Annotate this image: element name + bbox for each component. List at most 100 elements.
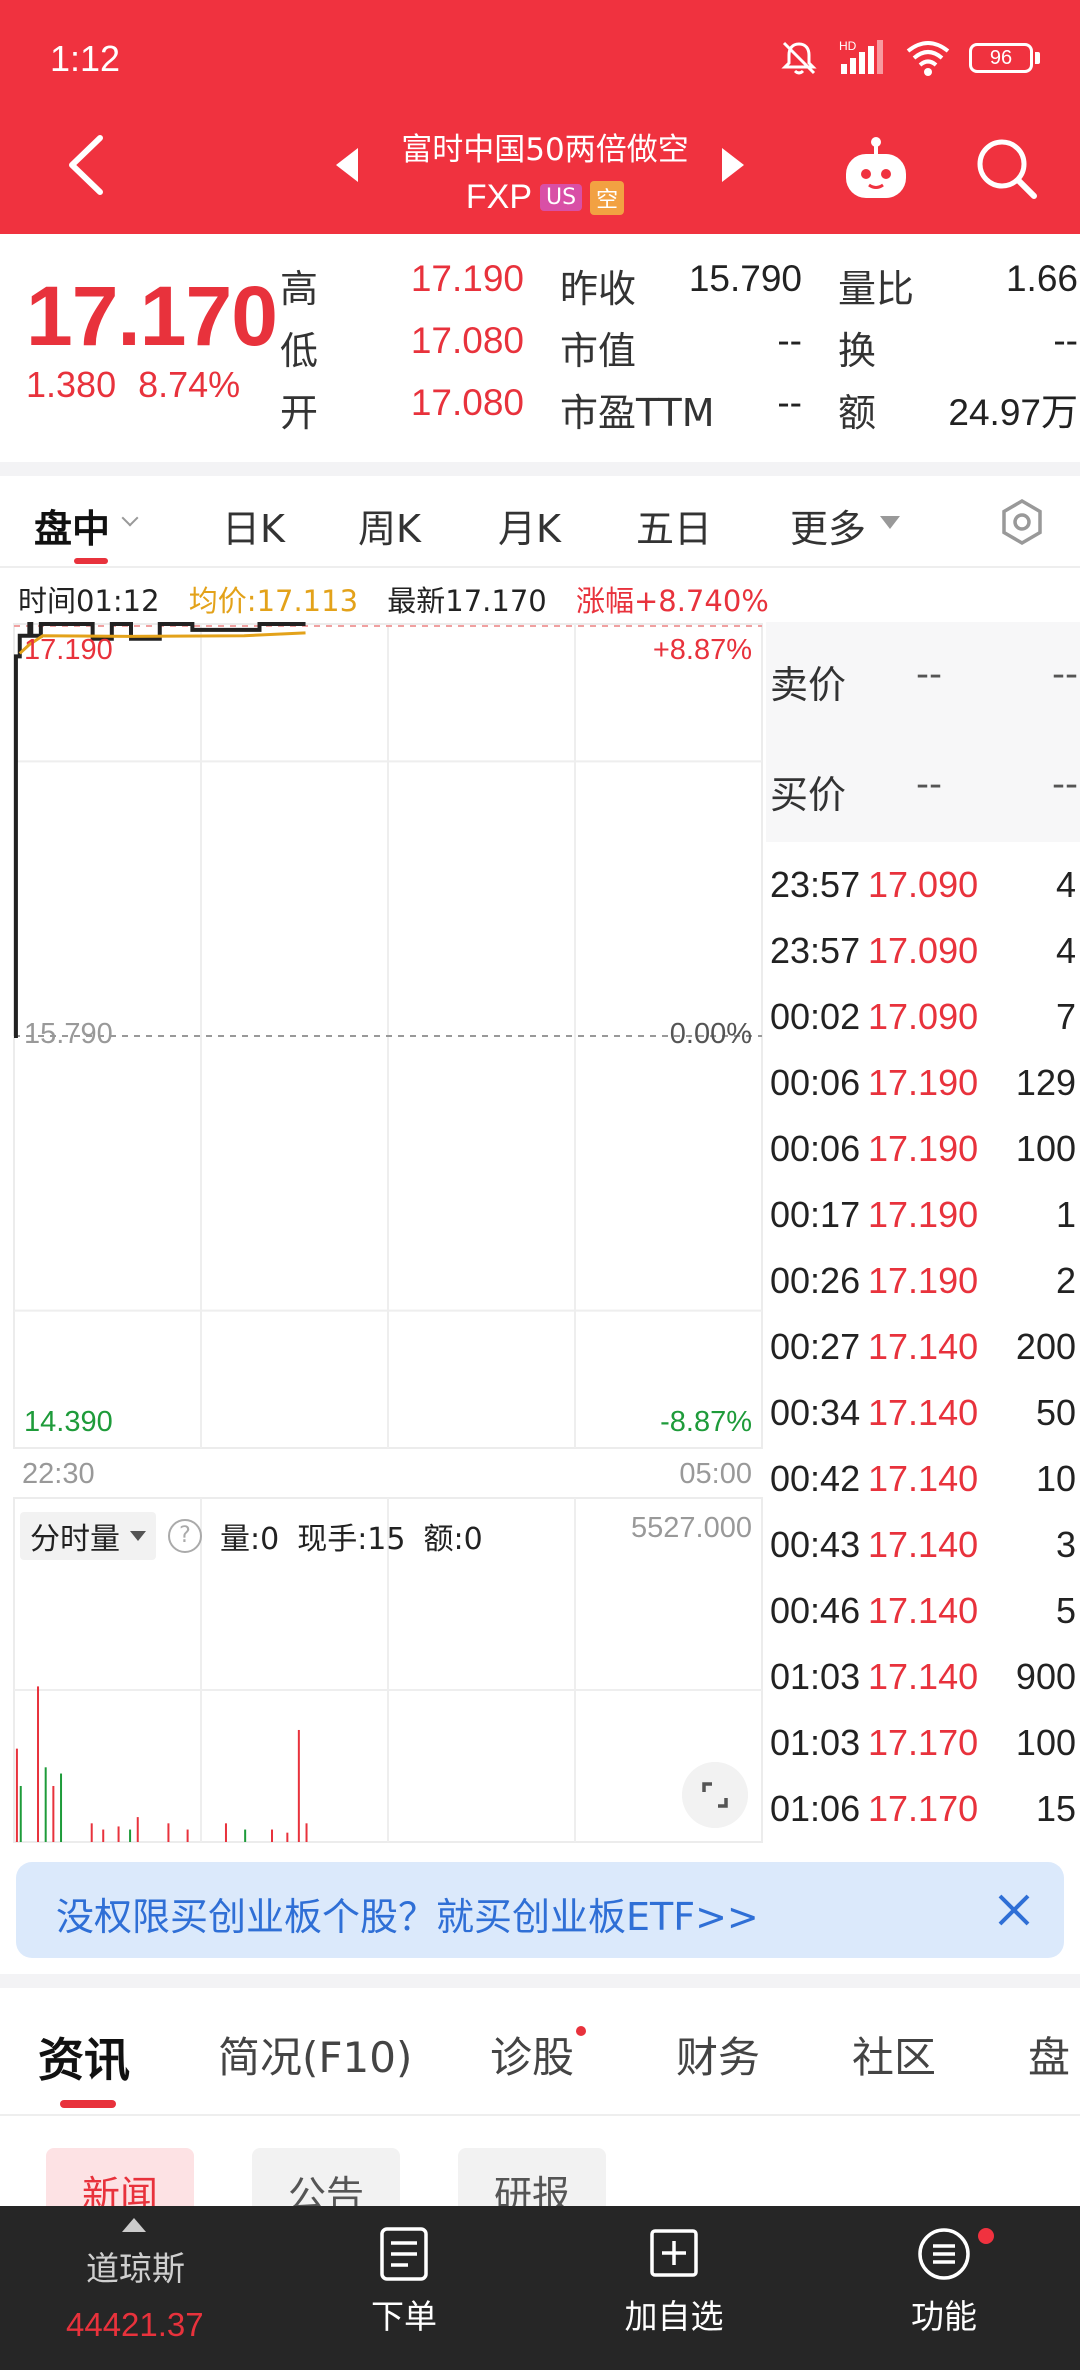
- trade-row: 00:02 17.090 7: [766, 984, 1080, 1050]
- bid-label: 买价: [770, 773, 847, 817]
- trade-row: 01:03 17.170 100: [766, 1710, 1080, 1776]
- battery-icon: 96: [969, 43, 1040, 73]
- trade-qty: 4: [1055, 864, 1076, 905]
- trade-time: 23:57: [770, 930, 861, 971]
- volume-toolbar: 分时量 ? 量:0 现手:15 额:0: [20, 1512, 483, 1560]
- back-icon[interactable]: [58, 130, 118, 200]
- order-icon: [380, 2227, 428, 2281]
- promo-banner[interactable]: 没权限买创业板个股？就买创业板ETF>>: [16, 1862, 1064, 1958]
- trade-row: 23:57 17.090 4: [766, 852, 1080, 918]
- price-change: 1.380 8.74%: [26, 364, 240, 406]
- trade-time: 01:03: [770, 1656, 861, 1697]
- volume-bar: [136, 1817, 139, 1842]
- chevron-down-icon[interactable]: [121, 509, 139, 527]
- settings-icon[interactable]: [998, 498, 1046, 546]
- tab-five-day[interactable]: 五日: [636, 498, 712, 553]
- tab-overflow[interactable]: 盘: [1028, 2024, 1070, 2085]
- trade-qty: 1: [1055, 1194, 1076, 1235]
- help-icon[interactable]: ?: [168, 1519, 202, 1553]
- high-label: 高: [280, 267, 319, 311]
- bid-price: --: [916, 764, 942, 805]
- trade-qty: 15: [1035, 1788, 1076, 1829]
- last-price: 17.170: [26, 269, 278, 363]
- trade-time: 00:34: [770, 1392, 861, 1433]
- turnover-value: --: [1053, 320, 1078, 361]
- notification-dot: [978, 2228, 994, 2244]
- volume-bar: [15, 1748, 18, 1842]
- index-name[interactable]: 道琼斯: [86, 2242, 185, 2290]
- tab-diagnosis[interactable]: 诊股: [490, 2024, 574, 2085]
- tab-news[interactable]: 资讯: [38, 2024, 130, 2090]
- volume-indicator-select[interactable]: 分时量: [20, 1512, 156, 1560]
- next-stock-arrow-icon[interactable]: [722, 148, 744, 182]
- volume-bar: [117, 1826, 120, 1842]
- y-label-top-left: 17.190: [24, 634, 113, 666]
- trade-row: 00:42 17.140 10: [766, 1446, 1080, 1512]
- trade-row: 00:46 17.140 5: [766, 1578, 1080, 1644]
- volume-bar: [129, 1829, 132, 1842]
- trade-time: 00:17: [770, 1194, 861, 1235]
- stock-name: 富时中国50两倍做空: [401, 132, 689, 168]
- ticker-symbol: FXP: [465, 178, 533, 216]
- period-tabs: 盘中 日K 周K 月K 五日 更多: [0, 476, 1080, 568]
- tab-daily-k[interactable]: 日K: [222, 498, 285, 553]
- intraday-chart[interactable]: 17.190 +8.87% 15.790 0.00% 14.390 -8.87%…: [0, 610, 766, 1845]
- news-subtabs: 新闻 公告 研报: [0, 2140, 1080, 2228]
- high-value: 17.190: [410, 258, 524, 299]
- tab-monthly-k[interactable]: 月K: [498, 498, 561, 553]
- ask-row[interactable]: 卖价 -- --: [766, 622, 1080, 732]
- turnover-label: 换: [838, 329, 877, 373]
- info-tabs: 资讯 简况(F10) 诊股 财务 社区 盘: [0, 1988, 1080, 2116]
- trade-qty: 200: [1015, 1326, 1076, 1367]
- trade-row: 00:34 17.140 50: [766, 1380, 1080, 1446]
- tab-intraday[interactable]: 盘中: [34, 498, 110, 553]
- trade-price: 17.140: [868, 1458, 979, 1499]
- status-icons: HD 96: [779, 38, 1040, 78]
- tab-community[interactable]: 社区: [852, 2024, 936, 2085]
- volume-bar: [60, 1773, 63, 1842]
- tab-more[interactable]: 更多: [790, 498, 866, 553]
- trade-price: 17.090: [868, 864, 979, 905]
- prev-stock-arrow-icon[interactable]: [336, 148, 358, 182]
- volume-bar: [52, 1785, 55, 1842]
- y-label-bottom-left: 14.390: [24, 1406, 113, 1438]
- amount-stat: 额:0: [423, 1522, 483, 1557]
- caret-up-icon[interactable]: [122, 2218, 146, 2232]
- bid-qty: --: [1052, 764, 1078, 805]
- nav-functions-button[interactable]: 功能: [864, 2226, 1024, 2338]
- trade-row: 01:06 17.170 15: [766, 1776, 1080, 1842]
- trade-qty: 900: [1015, 1656, 1076, 1697]
- market-cap-value: --: [777, 320, 802, 361]
- nav-add-watchlist-button[interactable]: 加自选: [594, 2226, 754, 2338]
- tab-weekly-k[interactable]: 周K: [358, 498, 421, 553]
- tab-finance[interactable]: 财务: [676, 2024, 760, 2085]
- amount-label: 额: [838, 391, 877, 435]
- change-percent: 8.74%: [138, 364, 241, 405]
- close-icon[interactable]: [994, 1890, 1034, 1930]
- volume-stat: 量:0: [220, 1522, 280, 1557]
- intraday-chart-svg: [13, 622, 763, 1843]
- trade-qty: 50: [1035, 1392, 1076, 1433]
- caret-down-icon[interactable]: [880, 516, 900, 529]
- x-label-end: 05:00: [679, 1458, 752, 1490]
- x-label-start: 22:30: [22, 1458, 95, 1490]
- tab-profile-f10[interactable]: 简况(F10): [218, 2024, 412, 2085]
- menu-icon: [918, 2228, 970, 2280]
- trade-price: 17.140: [868, 1524, 979, 1565]
- active-tab-indicator: [74, 558, 108, 564]
- robot-assistant-icon[interactable]: [840, 132, 912, 204]
- trade-time: 00:27: [770, 1326, 861, 1367]
- hd-signal-icon: HD: [839, 39, 883, 74]
- trade-time: 00:26: [770, 1260, 861, 1301]
- trade-time: 00:06: [770, 1128, 861, 1169]
- nav-add-watchlist-label: 加自选: [624, 2297, 724, 2336]
- trade-price: 17.140: [868, 1590, 979, 1631]
- expand-icon[interactable]: [682, 1762, 748, 1828]
- banner-text[interactable]: 没权限买创业板个股？就买创业板ETF>>: [56, 1886, 759, 1941]
- prev-close-value: 15.790: [688, 258, 802, 299]
- bid-row[interactable]: 买价 -- --: [766, 732, 1080, 842]
- trade-price: 17.170: [868, 1788, 979, 1829]
- nav-order-button[interactable]: 下单: [324, 2226, 484, 2338]
- trade-row: 00:43 17.140 3: [766, 1512, 1080, 1578]
- search-icon[interactable]: [970, 132, 1042, 204]
